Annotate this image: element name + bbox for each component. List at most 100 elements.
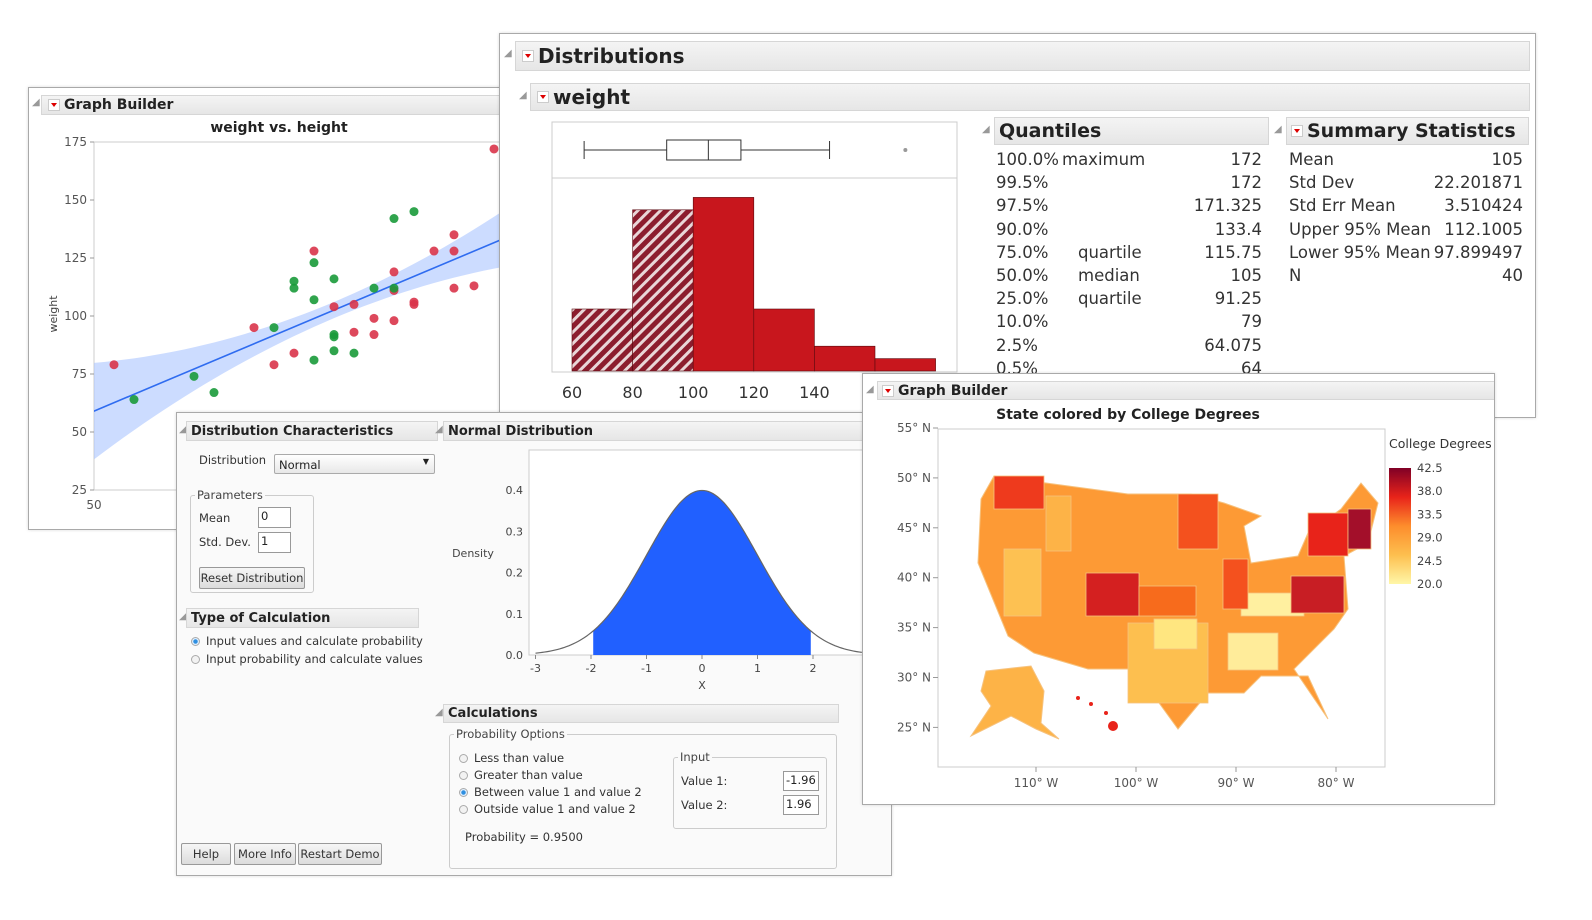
data-point [309, 295, 319, 305]
x-tick-label: 140 [799, 383, 830, 402]
quantile-pct: 10.0% [996, 312, 1049, 332]
data-point [449, 230, 459, 240]
y-tick-label: 25 [72, 483, 87, 497]
data-point [389, 283, 399, 293]
box [666, 139, 742, 161]
data-point [249, 323, 259, 333]
summary-row: Std Err Mean 3.510424 [1289, 196, 1525, 215]
data-point [129, 395, 139, 405]
summary-label: Lower 95% Mean [1289, 242, 1431, 262]
summary-value: 105 [1491, 150, 1524, 169]
data-point [329, 302, 339, 312]
quantile-pct: 25.0% [996, 289, 1049, 309]
data-point [309, 258, 319, 268]
y-tick-label: 125 [64, 251, 87, 265]
radio-label: Outside value 1 and value 2 [474, 802, 636, 816]
x-tick-label: 80 [622, 383, 642, 402]
data-point [209, 388, 219, 398]
radio-between[interactable]: Between value 1 and value 2 [459, 785, 642, 799]
histogram-bar [692, 197, 755, 372]
x-tick-label: 60 [562, 383, 582, 402]
y-axis-label: Density [452, 547, 494, 560]
distribution-calculator-window: ◢ Distribution Characteristics Distribut… [176, 412, 892, 876]
value1-input[interactable]: -1.96 [783, 771, 819, 791]
radio-greater-than[interactable]: Greater than value [459, 768, 583, 782]
red-triangle-menu-icon[interactable] [1291, 125, 1303, 137]
y-tick-label: 75 [72, 367, 87, 381]
summary-row: Upper 95% Mean 112.1005 [1289, 220, 1525, 239]
quantile-label: maximum [1062, 150, 1146, 169]
choropleth-map: 55° N 50° N 45° N 40° N 35° N 30° N 25° N 110° … [897, 421, 1443, 790]
state-region [993, 475, 1045, 510]
collapse-triangle-icon[interactable]: ◢ [435, 707, 443, 718]
data-point [329, 274, 339, 284]
legend-tick-label: 33.5 [1417, 507, 1443, 521]
help-button[interactable]: Help [181, 843, 231, 865]
quantile-label: quartile [1078, 289, 1142, 309]
y-tick-label: 150 [64, 193, 87, 207]
quantile-value: 171.325 [1193, 196, 1262, 216]
summary-title: Summary Statistics [1307, 120, 1516, 142]
quantile-pct: 100.0% [996, 150, 1059, 169]
quantile-row: 10.0% 79 [996, 312, 1266, 331]
x-tick-label: -3 [530, 662, 541, 675]
summary-value: 112.1005 [1444, 219, 1523, 239]
quantile-row: 99.5% 172 [996, 173, 1266, 192]
x-axis-label: X [698, 679, 706, 692]
collapse-triangle-icon[interactable]: ◢ [982, 124, 990, 135]
state-region [1153, 618, 1198, 650]
summary-statistics-header[interactable]: Summary Statistics [1286, 117, 1529, 145]
summary-row: Mean 105 [1289, 150, 1525, 169]
y-tick-label: 175 [64, 135, 87, 149]
data-point [469, 281, 479, 291]
lon-tick-label: 90° W [1218, 776, 1255, 790]
state-region [1138, 585, 1197, 617]
probability-result: Probability = 0.9500 [465, 830, 583, 844]
summary-label: Mean [1289, 150, 1334, 169]
quantile-row: 90.0% 133.4 [996, 220, 1266, 239]
value2-input[interactable]: 1.96 [783, 795, 819, 815]
quantile-row: 2.5% 64.075 [996, 336, 1266, 355]
radio-icon [459, 804, 468, 814]
quantile-pct: 97.5% [996, 196, 1049, 216]
chart-layer: 60 80 100 120 140 [551, 121, 958, 402]
restart-demo-button[interactable]: Restart Demo [298, 843, 382, 865]
legend-tick-label: 42.5 [1417, 461, 1443, 475]
lon-tick-label: 110° W [1014, 776, 1059, 790]
outlier-point [903, 148, 908, 152]
summary-value: 22.201871 [1433, 173, 1523, 193]
lat-tick-label: 35° N [897, 621, 931, 635]
legend-colorbar [1389, 468, 1411, 584]
legend-tick-label: 38.0 [1417, 484, 1443, 498]
quantile-pct: 2.5% [996, 335, 1038, 355]
quantile-value: 172 [1230, 173, 1263, 193]
calculations-header[interactable]: Calculations [443, 704, 839, 723]
data-point [369, 313, 379, 323]
x-tick-label: 1 [754, 662, 761, 675]
radio-less-than[interactable]: Less than value [459, 751, 564, 765]
legend-tick-label: 20.0 [1417, 577, 1443, 591]
collapse-triangle-icon[interactable]: ◢ [1274, 124, 1282, 135]
quantile-row: 50.0% median 105 [996, 266, 1266, 285]
section-title: Calculations [448, 706, 538, 721]
state-region [1045, 495, 1072, 552]
state-region [1290, 575, 1345, 614]
summary-label: Std Dev [1289, 173, 1355, 193]
quantiles-title: Quantiles [999, 120, 1102, 142]
data-point [389, 214, 399, 224]
more-info-button[interactable]: More Info [234, 843, 296, 865]
data-point [269, 323, 279, 333]
radio-outside[interactable]: Outside value 1 and value 2 [459, 802, 636, 816]
quantile-row: 100.0% maximum 172 [996, 150, 1266, 169]
y-tick-label: 0.4 [506, 484, 524, 497]
quantiles-header[interactable]: Quantiles [994, 117, 1269, 145]
y-axis-label: weight [47, 295, 60, 333]
x-tick-label: -1 [641, 662, 652, 675]
radio-icon [459, 753, 468, 763]
chart-layer: 55° N 50° N 45° N 40° N 35° N 30° N 25° N 110° … [897, 421, 1443, 790]
state-region [1177, 493, 1219, 550]
data-point [189, 371, 199, 381]
data-point [389, 316, 399, 326]
data-point [429, 246, 439, 256]
x-tick-label: 120 [739, 383, 770, 402]
